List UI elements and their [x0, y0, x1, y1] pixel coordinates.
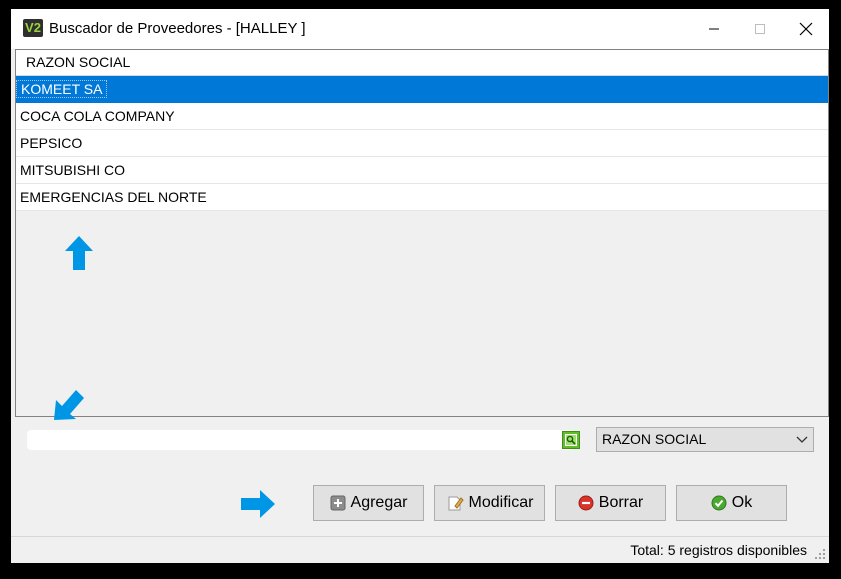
add-button[interactable]: Agregar: [313, 485, 424, 521]
search-field-select[interactable]: RAZON SOCIAL: [596, 427, 814, 452]
plus-icon: [330, 495, 346, 511]
column-header-razon-social[interactable]: RAZON SOCIAL: [16, 50, 828, 76]
ok-button[interactable]: Ok: [676, 485, 787, 521]
status-text: Total: 5 registros disponibles: [630, 542, 807, 558]
edit-document-icon: [448, 496, 464, 511]
annotation-arrow-up-icon: [65, 236, 93, 270]
modify-button[interactable]: Modificar: [434, 485, 545, 521]
magnifier-icon: [565, 434, 577, 446]
search-button[interactable]: [562, 431, 580, 449]
results-grid[interactable]: RAZON SOCIAL KOMEET SA COCA COLA COMPANY…: [15, 49, 829, 417]
maximize-icon: [755, 24, 765, 34]
window-title: Buscador de Proveedores - [HALLEY ]: [49, 20, 306, 37]
maximize-button[interactable]: [737, 9, 783, 49]
table-row[interactable]: PEPSICO: [16, 130, 828, 157]
minus-circle-icon: [578, 495, 594, 511]
check-circle-icon: [711, 495, 727, 511]
chevron-down-icon: [796, 436, 808, 443]
annotation-arrow-right-icon: [241, 490, 275, 518]
app-logo-icon: V2: [23, 19, 43, 37]
table-row[interactable]: COCA COLA COMPANY: [16, 103, 828, 130]
close-button[interactable]: [783, 9, 829, 49]
annotation-arrow-down-left-icon: [54, 390, 84, 420]
status-bar: Total: 5 registros disponibles: [11, 536, 829, 563]
delete-button[interactable]: Borrar: [555, 485, 666, 521]
close-icon: [799, 22, 813, 36]
table-row[interactable]: KOMEET SA: [16, 76, 828, 103]
minimize-icon: [709, 28, 719, 30]
table-row[interactable]: MITSUBISHI CO: [16, 157, 828, 184]
search-input[interactable]: [27, 430, 575, 450]
title-bar[interactable]: V2 Buscador de Proveedores - [HALLEY ]: [11, 9, 829, 49]
table-row[interactable]: EMERGENCIAS DEL NORTE: [16, 184, 828, 211]
main-window: V2 Buscador de Proveedores - [HALLEY ] R…: [11, 9, 829, 563]
resize-grip-icon[interactable]: [814, 548, 826, 560]
minimize-button[interactable]: [691, 9, 737, 49]
